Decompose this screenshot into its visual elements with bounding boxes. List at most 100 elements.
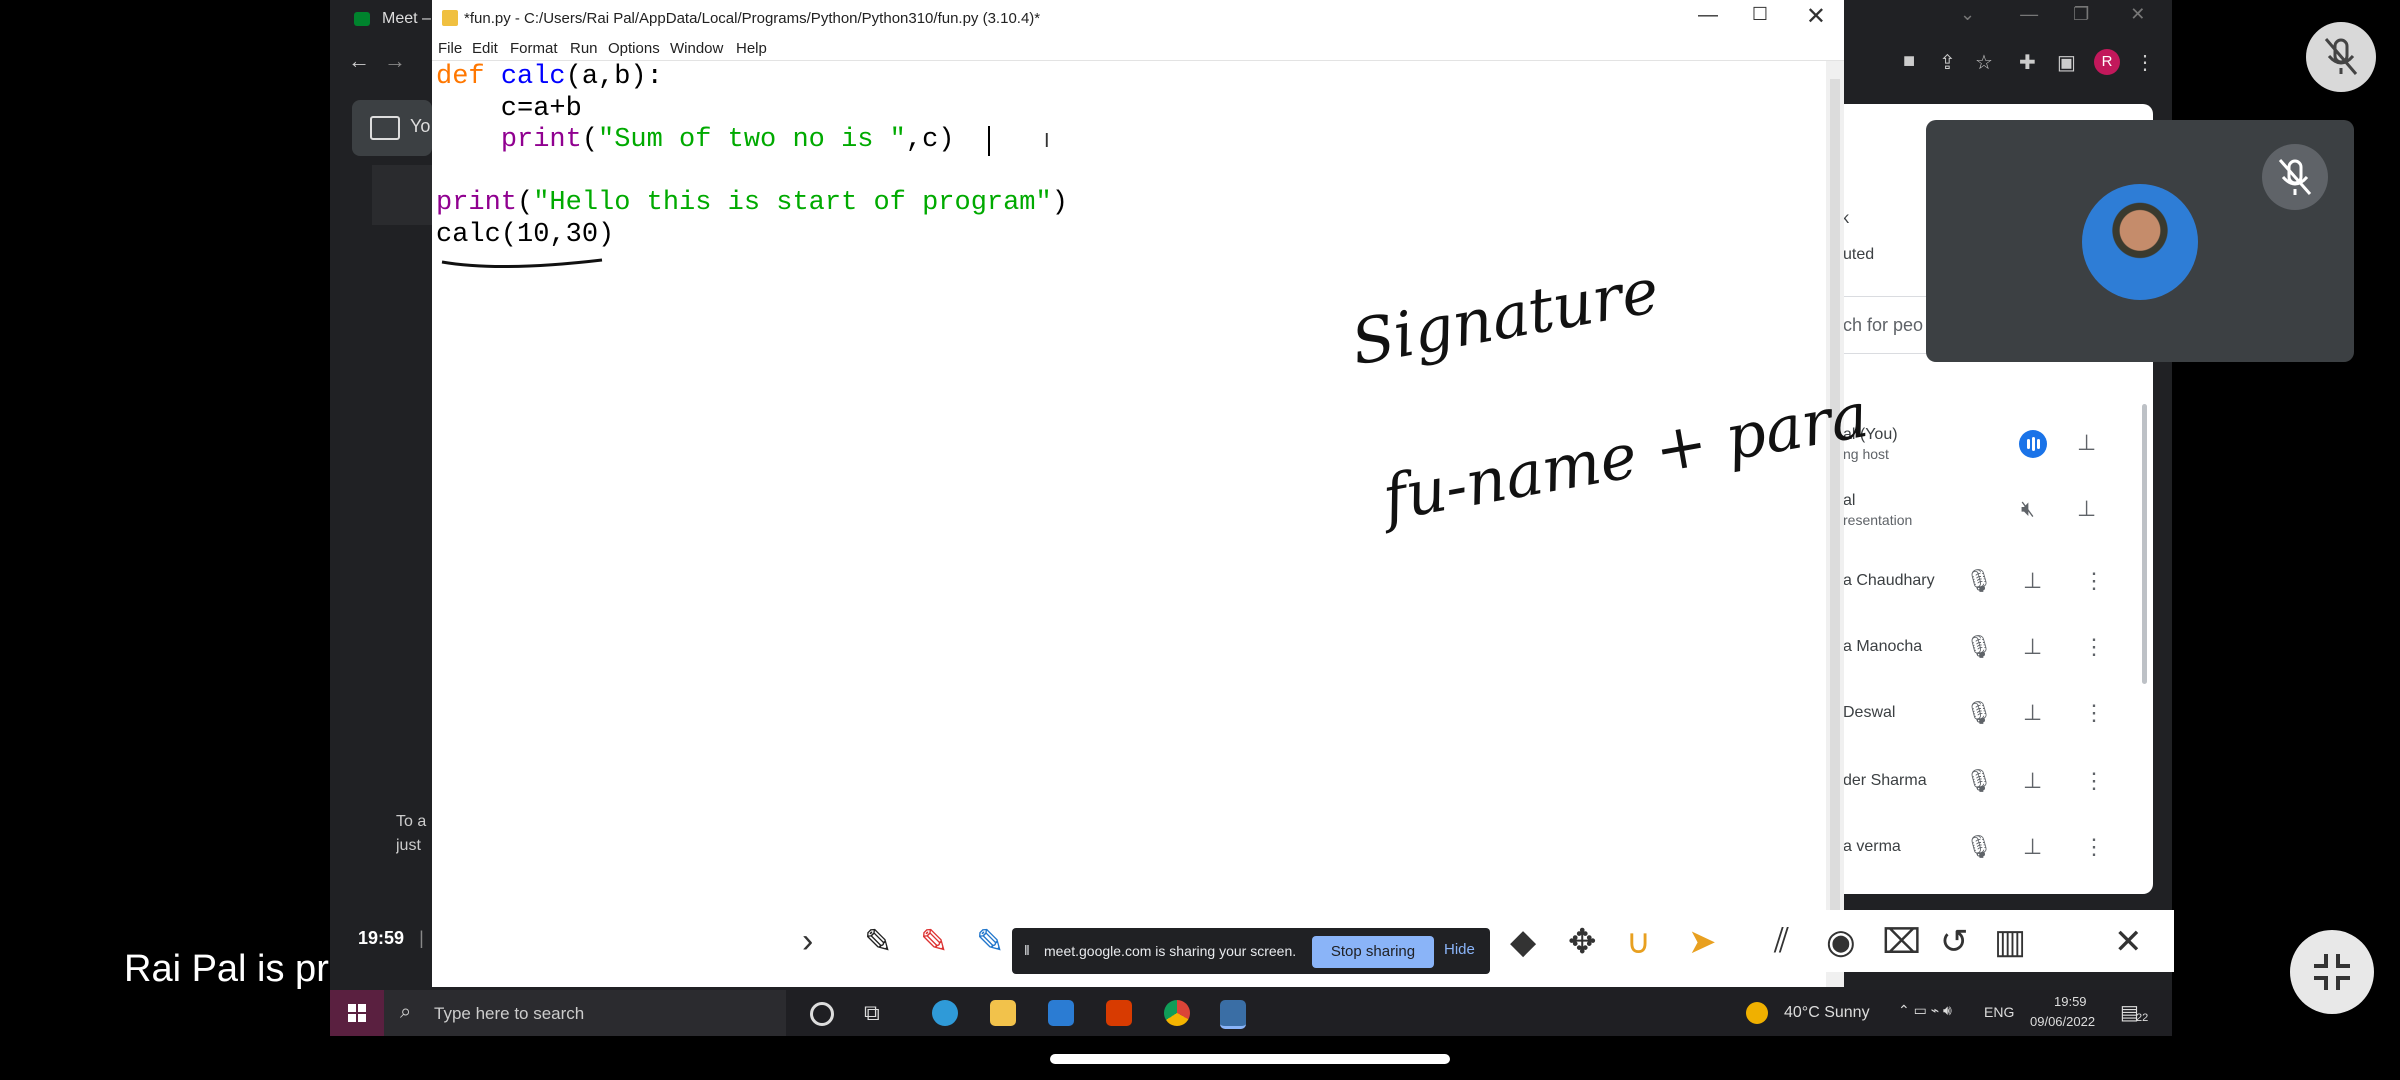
code-line-2: c=a+b (436, 94, 582, 124)
language-indicator[interactable]: ENG (1984, 1004, 2014, 1020)
pin-icon[interactable]: ⊥ (2077, 430, 2096, 456)
string-literal: "Hello this is start of program" (533, 188, 1052, 218)
exit-fullscreen-icon[interactable] (2290, 930, 2374, 1014)
pen-red-icon[interactable]: ✎ (920, 922, 949, 962)
profile-avatar[interactable]: R (2094, 49, 2120, 75)
restore-icon[interactable]: ❐ (2073, 4, 2089, 24)
code-text: ( (517, 188, 534, 218)
more-vert-icon[interactable]: ⋮ (2083, 700, 2105, 726)
idle-icon[interactable] (1220, 1000, 1246, 1029)
chrome-window-controls: ⌄ — ❐ ✕ (1960, 4, 2145, 25)
pause-icon: ‖ (1024, 942, 1030, 958)
pen-black-icon[interactable]: ✎ (864, 922, 893, 962)
menu-run[interactable]: Run (570, 40, 598, 57)
self-video-tile[interactable] (1926, 120, 2354, 362)
taskbar-search[interactable]: ⌕ Type here to search (384, 990, 786, 1036)
maximize-icon[interactable]: ☐ (1752, 4, 1768, 25)
mic-off-icon[interactable] (2262, 144, 2328, 210)
participant-row[interactable]: a Manocha 🎙︎ ⊥ ⋮ (1843, 630, 2143, 670)
pin-icon[interactable]: ⊥ (2023, 568, 2042, 594)
weather-text[interactable]: 40°C Sunny (1784, 1004, 1870, 1022)
forward-arrow-icon[interactable]: → (384, 48, 406, 74)
pointer-icon[interactable]: ➤ (1688, 922, 1717, 962)
pen-blue-icon[interactable]: ✎ (976, 922, 1005, 962)
chevron-right-icon[interactable]: › (802, 922, 813, 961)
pin-icon[interactable]: ⊥ (2023, 768, 2042, 794)
stop-sharing-button[interactable]: Stop sharing (1312, 936, 1434, 968)
menu-edit[interactable]: Edit (472, 40, 498, 57)
bookmark-star-icon[interactable]: ☆ (1975, 50, 1993, 75)
office-icon[interactable] (1106, 1000, 1132, 1026)
eye-icon[interactable]: ◉ (1826, 922, 1856, 962)
pin-icon[interactable]: ⊥ (2023, 634, 2042, 660)
menu-window[interactable]: Window (670, 40, 723, 57)
mic-off-icon: 🎙︎ (1965, 768, 1993, 793)
code-text: ) (1051, 188, 1068, 218)
search-icon: ⌕ (400, 1001, 412, 1023)
text-cursor (988, 126, 990, 156)
edge-icon[interactable] (932, 1000, 958, 1026)
screen-share-bar: ‖ meet.google.com is sharing your screen… (1012, 928, 1490, 974)
file-explorer-icon[interactable] (990, 1000, 1016, 1026)
chrome-menu-icon[interactable]: ⋮ (2135, 50, 2155, 75)
people-search-input[interactable]: ch for peo (1843, 315, 1923, 336)
menu-file[interactable]: File (438, 40, 462, 57)
eraser-icon[interactable]: ◆ (1510, 922, 1536, 962)
participant-row[interactable]: a verma 🎙︎ ⊥ ⋮ (1843, 832, 2143, 872)
participant-row[interactable]: der Sharma 🎙︎ ⊥ ⋮ (1843, 764, 2143, 804)
avatar (2082, 184, 2198, 300)
minimize-icon[interactable]: — (2020, 4, 2038, 24)
mic-off-icon[interactable] (2306, 22, 2376, 92)
participant-row[interactable]: al resentation 🔇︎ ⊥ (1843, 490, 2143, 540)
participant-row[interactable]: a Chaudhary 🎙︎ ⊥ ⋮ (1843, 562, 2143, 602)
clock-time[interactable]: 19:59 (2054, 994, 2087, 1009)
join-info-text: To a just (396, 810, 436, 858)
cortana-icon[interactable] (810, 1002, 834, 1026)
camera-icon[interactable]: ■ (1903, 50, 1915, 73)
menu-options[interactable]: Options (608, 40, 660, 57)
taskbar-search-input[interactable]: Type here to search (434, 1004, 584, 1024)
participant-row[interactable]: Deswal 🎙︎ ⊥ ⋮ (1843, 696, 2143, 736)
join-text-line1: To a (396, 813, 427, 830)
extensions-icon[interactable]: ✚ (2019, 50, 2036, 75)
editor-scrollbar[interactable] (1826, 61, 1844, 987)
hide-button[interactable]: Hide (1444, 941, 1475, 958)
pin-icon[interactable]: ⊥ (2023, 700, 2042, 726)
more-vert-icon[interactable]: ⋮ (2083, 634, 2105, 660)
tab-title: Meet – (382, 10, 431, 27)
move-icon[interactable]: ✥ (1568, 922, 1597, 962)
participant-row[interactable]: al (You) ng host ⊥ (1843, 422, 2143, 472)
pin-icon[interactable]: ⊥ (2023, 834, 2042, 860)
start-button[interactable] (330, 990, 384, 1036)
idle-title-bar[interactable]: *fun.py - C:/Users/Rai Pal/AppData/Local… (432, 0, 1844, 36)
pin-off-icon[interactable]: ⊥ (2077, 496, 2096, 522)
tray-icons[interactable]: ⌃ ▭ ⌁ 🔊︎ (1898, 1002, 1952, 1019)
sidepanel-icon[interactable]: ▣ (2057, 50, 2076, 75)
chevron-down-icon[interactable]: ⌄ (1960, 4, 1975, 24)
lines-icon[interactable]: ⫽ (1774, 922, 1789, 961)
menu-help[interactable]: Help (736, 40, 767, 57)
trash-icon[interactable]: ▥ (1994, 922, 2026, 962)
close-icon[interactable]: ✕ (2130, 4, 2145, 24)
clock-date[interactable]: 09/06/2022 (2030, 1014, 2095, 1029)
close-icon[interactable]: ✕ (2114, 922, 2143, 962)
chrome-icon[interactable] (1164, 1000, 1190, 1026)
meet-clock: 19:59 | (358, 928, 424, 949)
back-arrow-icon[interactable]: ← (348, 48, 370, 74)
magnet-icon[interactable]: ∪ (1626, 922, 1651, 962)
more-vert-icon[interactable]: ⋮ (2083, 768, 2105, 794)
share-icon[interactable]: ⇪ (1939, 50, 1956, 75)
participant-sub: resentation (1843, 512, 1913, 528)
minimize-icon[interactable]: — (1698, 4, 1718, 27)
menu-format[interactable]: Format (510, 40, 558, 57)
undo-icon[interactable]: ↺ (1940, 922, 1969, 962)
scrollbar-thumb[interactable] (1830, 79, 1840, 959)
task-view-icon[interactable]: ⧉ (864, 1000, 890, 1026)
more-vert-icon[interactable]: ⋮ (2083, 834, 2105, 860)
close-icon[interactable]: ✕ (1806, 2, 1826, 31)
browser-tab[interactable]: Meet – (330, 0, 440, 38)
mail-icon[interactable] (1048, 1000, 1074, 1026)
home-indicator[interactable] (1050, 1054, 1450, 1064)
more-vert-icon[interactable]: ⋮ (2083, 568, 2105, 594)
camera-icon[interactable]: ⌧ (1882, 922, 1921, 962)
